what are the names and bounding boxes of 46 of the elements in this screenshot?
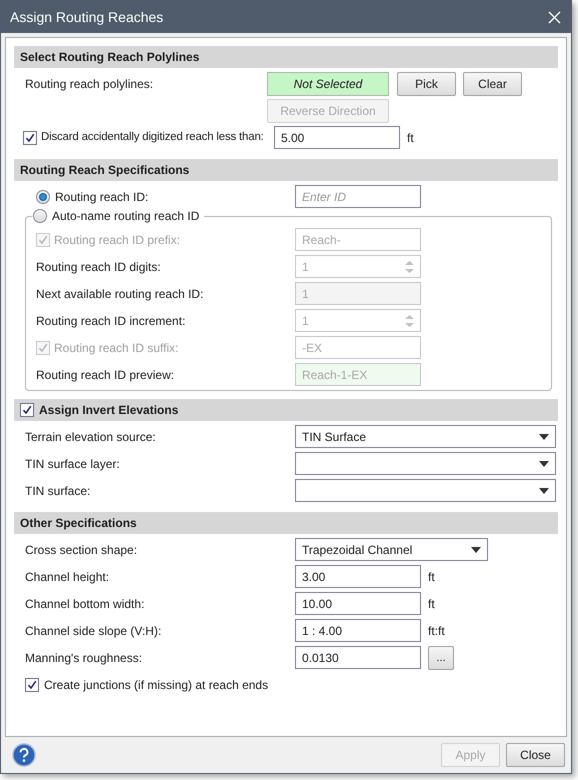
checkbox-label: Create junctions (if missing) at reach ends: [44, 676, 268, 694]
field-label: TIN surface layer:: [25, 456, 120, 472]
field-label: TIN surface:: [25, 482, 90, 500]
section-header: Routing Reach Specifications: [14, 159, 558, 181]
radio-label: Auto-name routing reach ID: [52, 208, 200, 225]
input-field[interactable]: 10.00: [295, 592, 421, 615]
input-field[interactable]: 1 : 4.00: [295, 619, 421, 642]
input-field: 1: [295, 282, 421, 305]
field-label: Routing reach ID preview:: [36, 366, 174, 384]
checkbox-label: Routing reach ID suffix:: [54, 340, 179, 356]
field-label: Routing reach polylines:: [25, 76, 154, 92]
button[interactable]: Pick: [397, 72, 456, 96]
field-label: Channel bottom width:: [25, 596, 144, 612]
input-field[interactable]: 5.00: [274, 126, 400, 149]
selection-status: Not Selected: [267, 72, 389, 96]
input-field: Reach-1-EX: [295, 363, 421, 386]
checkbox-label: Discard accidentally digitized reach less than:: [41, 130, 264, 145]
window-title: Assign Routing Reaches: [10, 8, 164, 27]
section-title: Assign Invert Elevations: [39, 402, 178, 419]
spin-box: 1: [295, 309, 421, 332]
input-field: -EX: [295, 336, 421, 359]
field-label: Channel side slope (V:H):: [25, 622, 162, 640]
input-field[interactable]: 0.0130: [295, 646, 421, 669]
button[interactable]: Close: [506, 743, 565, 767]
field-label: Next available routing reach ID:: [36, 286, 204, 302]
spin-box: 1: [295, 255, 421, 278]
field-label: Manning's roughness:: [25, 650, 142, 666]
field-label: Cross section shape:: [25, 542, 138, 558]
section-header: Other Specifications: [14, 512, 558, 534]
button[interactable]: Clear: [463, 72, 522, 96]
dropdown[interactable]: TIN Surface: [295, 425, 556, 448]
unit-label: ft: [428, 596, 435, 612]
ellipsis-button[interactable]: ...: [428, 646, 454, 670]
input-field: Reach-: [295, 228, 421, 251]
unit-label: ft:ft: [428, 622, 445, 640]
unit-label: ft: [407, 130, 414, 146]
input-field[interactable]: 3.00: [295, 565, 421, 588]
field-label: Terrain elevation source:: [25, 428, 156, 446]
radio-label: Routing reach ID:: [55, 188, 148, 206]
field-label: Channel height:: [25, 568, 110, 586]
section-header: Select Routing Reach Polylines: [14, 46, 558, 68]
field-label: Routing reach ID digits:: [36, 258, 161, 276]
dropdown[interactable]: Trapezoidal Channel: [295, 538, 488, 561]
checkbox-label: Routing reach ID prefix:: [54, 232, 180, 248]
field-label: Routing reach ID increment:: [36, 312, 186, 330]
unit-label: ft: [428, 568, 435, 586]
